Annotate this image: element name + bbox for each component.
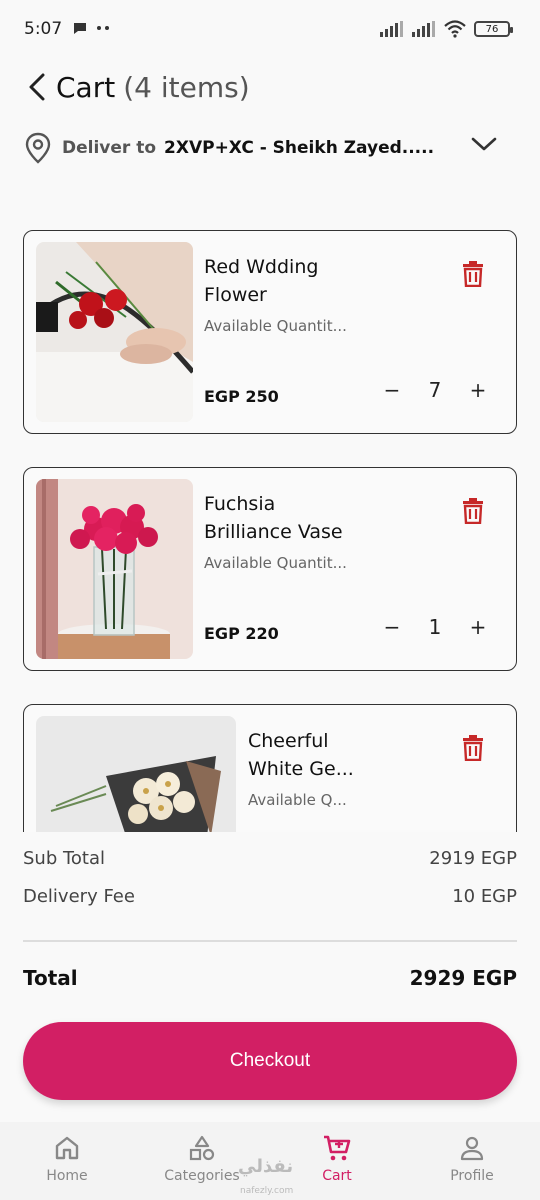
total-row: Total 2929 EGP <box>23 966 517 990</box>
cart-item: Fuchsia Brilliance Vase Available Quanti… <box>23 467 517 671</box>
deliver-address: 2XVP+XC - Sheikh Zayed..... <box>164 138 435 158</box>
nav-home-label: Home <box>46 1168 88 1184</box>
delivery-selector[interactable]: Deliver to 2XVP+XC - Sheikh Zayed..... <box>24 128 500 168</box>
trash-icon[interactable] <box>462 735 484 761</box>
delivery-fee-label: Delivery Fee <box>23 886 135 907</box>
nav-cart[interactable]: Cart <box>287 1134 387 1184</box>
product-availability: Available Quantit... <box>204 554 347 572</box>
product-price: EGP 250 <box>204 387 279 406</box>
subtotal-value: 2919 EGP <box>429 848 517 869</box>
chat-bubble-icon <box>74 23 86 34</box>
location-pin-icon <box>25 132 51 164</box>
quantity-stepper: − 1 + <box>380 612 490 642</box>
quantity-stepper: − 7 + <box>380 375 490 405</box>
increase-button[interactable]: + <box>466 615 490 639</box>
subtotal-row: Sub Total 2919 EGP <box>23 848 517 869</box>
total-value: 2929 EGP <box>409 966 517 990</box>
signal-icon <box>380 21 403 37</box>
trash-icon[interactable] <box>462 261 484 287</box>
nav-profile-label: Profile <box>450 1168 494 1184</box>
nav-home[interactable]: Home <box>17 1134 117 1184</box>
product-name: Red Wdding Flower <box>204 256 319 306</box>
checkout-button[interactable]: Checkout <box>23 1022 517 1100</box>
back-arrow-icon[interactable] <box>24 70 50 104</box>
product-image <box>36 716 236 832</box>
quantity-value: 7 <box>428 378 442 402</box>
cart-list[interactable]: Red Wdding Flower Available Quantit... E… <box>23 230 518 832</box>
product-availability: Available Quantit... <box>204 317 347 335</box>
product-image <box>36 242 193 422</box>
trash-icon[interactable] <box>462 498 484 524</box>
signal-icon-2 <box>412 21 435 37</box>
product-name: Cheerful White Ge... <box>248 730 354 780</box>
categories-icon <box>189 1135 215 1161</box>
nav-profile[interactable]: Profile <box>422 1134 522 1184</box>
more-dots-icon <box>97 26 109 30</box>
chevron-down-icon[interactable] <box>470 134 498 154</box>
cart-item: Cheerful White Ge... Available Q... <box>23 704 517 832</box>
status-right: 76 <box>380 20 513 38</box>
decrease-button[interactable]: − <box>380 615 404 639</box>
status-bar: 5:07 76 <box>0 0 540 60</box>
decrease-button[interactable]: − <box>380 378 404 402</box>
page-header: Cart (4 items) <box>24 62 250 112</box>
deliver-label: Deliver to <box>62 138 157 158</box>
summary-divider <box>23 940 517 942</box>
delivery-fee-value: 10 EGP <box>452 886 517 907</box>
profile-icon <box>460 1136 484 1161</box>
cart-item: Red Wdding Flower Available Quantit... E… <box>23 230 517 434</box>
product-price: EGP 220 <box>204 624 279 643</box>
status-notifications <box>72 20 110 36</box>
nav-cart-label: Cart <box>322 1168 352 1184</box>
product-availability: Available Q... <box>248 791 347 809</box>
watermark: نفذلي <box>238 1156 294 1177</box>
subtotal-label: Sub Total <box>23 848 106 869</box>
delivery-fee-row: Delivery Fee 10 EGP <box>23 886 517 907</box>
nav-categories-label: Categories <box>164 1168 240 1184</box>
page-title: Cart <box>56 70 116 104</box>
product-image <box>36 479 193 659</box>
total-label: Total <box>23 966 78 990</box>
item-count: (4 items) <box>123 70 250 104</box>
home-icon <box>55 1136 79 1160</box>
increase-button[interactable]: + <box>466 378 490 402</box>
quantity-value: 1 <box>428 615 442 639</box>
nav-categories[interactable]: Categories <box>152 1134 252 1184</box>
cart-icon <box>324 1135 351 1161</box>
status-time: 5:07 <box>24 19 63 39</box>
battery-icon: 76 <box>474 21 513 37</box>
product-name: Fuchsia Brilliance Vase <box>204 493 343 543</box>
watermark-url: nafezly.com <box>240 1186 294 1196</box>
wifi-icon <box>444 20 466 38</box>
